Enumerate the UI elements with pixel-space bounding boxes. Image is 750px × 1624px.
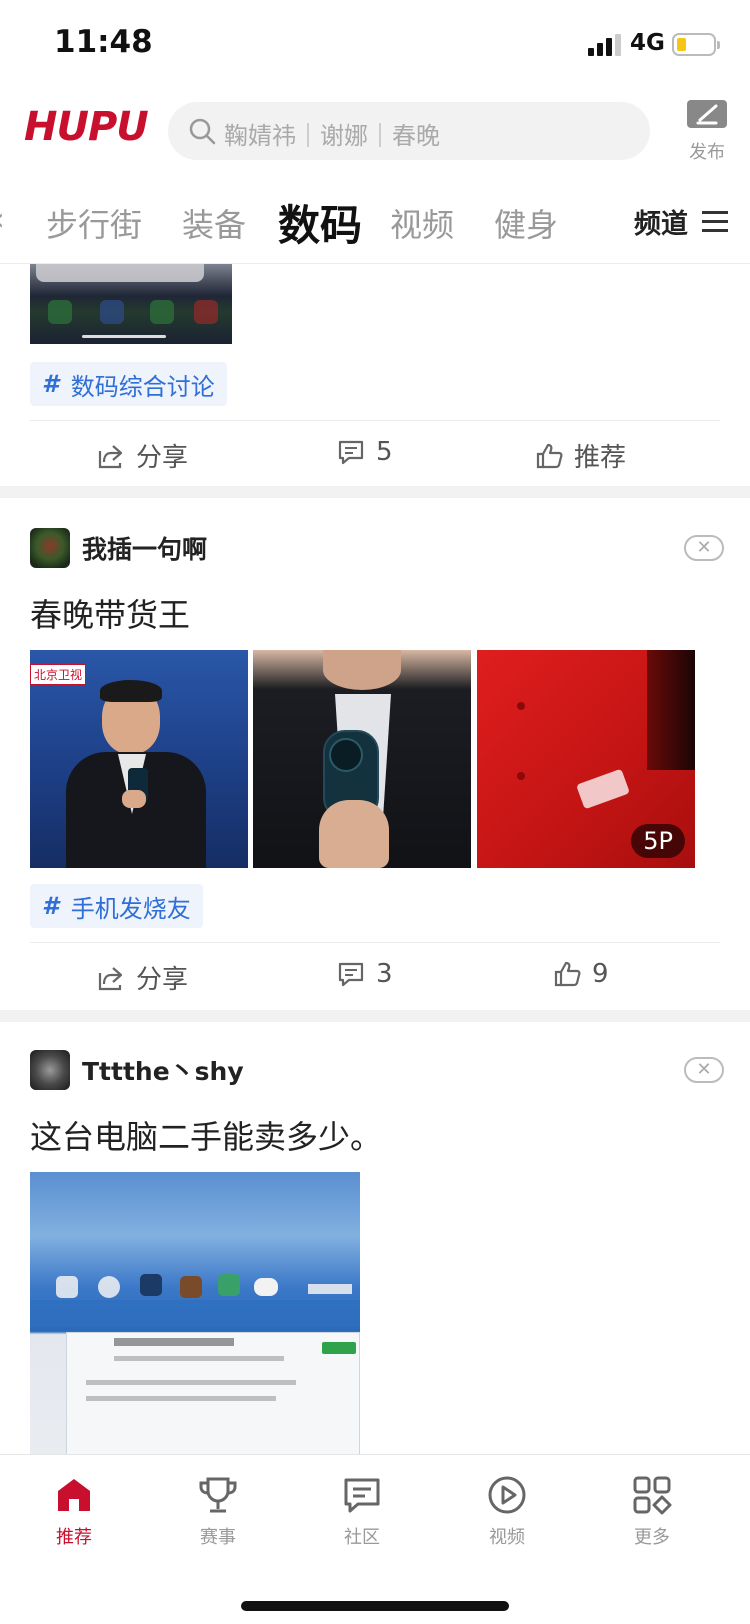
trophy-icon: [199, 1477, 237, 1513]
post-actions: 分享 5 推荐: [30, 420, 720, 488]
channel-menu-button[interactable]: 频道: [634, 202, 728, 241]
post-image[interactable]: [30, 1172, 360, 1454]
tab-zhuangbei[interactable]: 装备: [182, 200, 246, 246]
nav-label: 推荐: [56, 1527, 92, 1548]
share-icon: [98, 966, 123, 990]
search-placeholder: 鞠婧祎｜谢娜｜春晚: [224, 122, 440, 150]
bottom-navigation: 推荐 赛事 社区 视频 更多: [0, 1454, 750, 1624]
avatar[interactable]: [30, 528, 70, 568]
tab-shuma-active[interactable]: 数码: [278, 192, 362, 253]
card-separator: [0, 486, 750, 498]
like-button[interactable]: 9: [552, 959, 609, 989]
dismiss-button[interactable]: ✕: [684, 1057, 724, 1083]
tab-jianshen[interactable]: 健身: [494, 200, 558, 246]
author-name[interactable]: 我插一句啊: [82, 530, 207, 566]
hashtag-icon: #: [42, 892, 59, 920]
comment-button[interactable]: 5: [336, 437, 393, 467]
recommend-button[interactable]: 推荐: [534, 437, 626, 474]
like-count: 9: [592, 959, 609, 989]
topic-label: 手机发烧友: [70, 894, 191, 923]
dismiss-button[interactable]: ✕: [684, 535, 724, 561]
post-image[interactable]: 北京卫视: [30, 650, 248, 868]
author-name[interactable]: Tttthe丶shy: [82, 1052, 244, 1088]
post-author[interactable]: Tttthe丶shy: [30, 1050, 244, 1090]
channel-tabs: ‹ 步行街 装备 数码 视频 健身 频道: [0, 178, 750, 264]
topic-label: 数码综合讨论: [70, 372, 215, 401]
comment-icon: [338, 440, 364, 465]
play-icon: [488, 1476, 526, 1514]
image-count-badge: 5P: [631, 824, 685, 858]
publish-button[interactable]: 发布: [684, 98, 730, 164]
post-image[interactable]: 5P: [477, 650, 695, 868]
nav-label: 更多: [634, 1527, 670, 1548]
comment-button[interactable]: 3: [336, 959, 393, 989]
network-label: 4G: [630, 30, 665, 56]
avatar[interactable]: [30, 1050, 70, 1090]
share-button[interactable]: 分享: [96, 959, 188, 996]
nav-home[interactable]: 推荐: [24, 1473, 124, 1549]
topic-tag[interactable]: # 数码综合讨论: [30, 362, 227, 406]
post-title[interactable]: 这台电脑二手能卖多少。: [30, 1112, 382, 1158]
thumbs-up-icon: [536, 443, 563, 468]
nav-label: 赛事: [200, 1527, 236, 1548]
card-separator: [0, 1010, 750, 1022]
status-time: 11:48: [54, 24, 153, 60]
signal-icon: [588, 34, 622, 56]
topic-tag[interactable]: # 手机发烧友: [30, 884, 203, 928]
tv-logo: 北京卫视: [30, 664, 87, 685]
post-actions: 分享 3 9: [30, 942, 720, 1010]
post-card[interactable]: # 数码综合讨论 分享 5 推荐: [0, 264, 750, 486]
chat-icon: [344, 1478, 380, 1513]
post-title[interactable]: 春晚带货王: [30, 590, 190, 636]
nav-community[interactable]: 社区: [312, 1473, 412, 1549]
share-label: 分享: [136, 443, 189, 473]
tab-partial[interactable]: ‹: [0, 200, 5, 238]
thumbs-up-icon: [554, 961, 581, 987]
close-icon: ✕: [696, 537, 712, 558]
post-card[interactable]: 我插一句啊 ✕ 春晚带货王 北京卫视 5P # 手机发烧友 分享 3 9: [0, 498, 750, 1010]
recommend-label: 推荐: [574, 443, 627, 473]
post-card[interactable]: Tttthe丶shy ✕ 这台电脑二手能卖多少。: [0, 1022, 750, 1454]
share-button[interactable]: 分享: [96, 437, 188, 474]
post-image[interactable]: [253, 650, 471, 868]
comment-icon: [338, 962, 364, 987]
post-author[interactable]: 我插一句啊: [30, 528, 207, 568]
nav-label: 社区: [344, 1527, 380, 1548]
tab-buxingjie[interactable]: 步行街: [46, 200, 142, 246]
close-icon: ✕: [696, 1059, 712, 1080]
grid-icon: [633, 1476, 672, 1515]
nav-more[interactable]: 更多: [602, 1473, 702, 1549]
hashtag-icon: #: [42, 370, 59, 398]
battery-icon: [672, 33, 720, 56]
status-bar: 11:48 4G: [0, 0, 750, 88]
channel-menu-label: 频道: [634, 209, 688, 240]
nav-matches[interactable]: 赛事: [168, 1473, 268, 1549]
search-icon: [189, 118, 216, 145]
share-label: 分享: [136, 965, 189, 995]
nav-video[interactable]: 视频: [457, 1473, 557, 1549]
app-header: HUPU 鞠婧祎｜谢娜｜春晚 发布: [0, 88, 750, 178]
hupu-logo[interactable]: HUPU: [24, 104, 149, 150]
home-icon: [58, 1479, 90, 1511]
hamburger-icon: [702, 210, 728, 233]
post-image[interactable]: [30, 264, 232, 344]
search-bar[interactable]: 鞠婧祎｜谢娜｜春晚: [168, 102, 650, 160]
publish-label: 发布: [689, 142, 725, 163]
home-indicator: [241, 1601, 509, 1611]
share-icon: [98, 444, 123, 468]
comment-count: 5: [376, 437, 393, 467]
compose-icon: [687, 100, 727, 128]
feed[interactable]: # 数码综合讨论 分享 5 推荐 我插一句啊 ✕ 春晚带货王 北京卫视 5P #…: [0, 264, 750, 1454]
nav-label: 视频: [489, 1527, 525, 1548]
comment-count: 3: [376, 959, 393, 989]
tab-shipin[interactable]: 视频: [390, 200, 454, 246]
